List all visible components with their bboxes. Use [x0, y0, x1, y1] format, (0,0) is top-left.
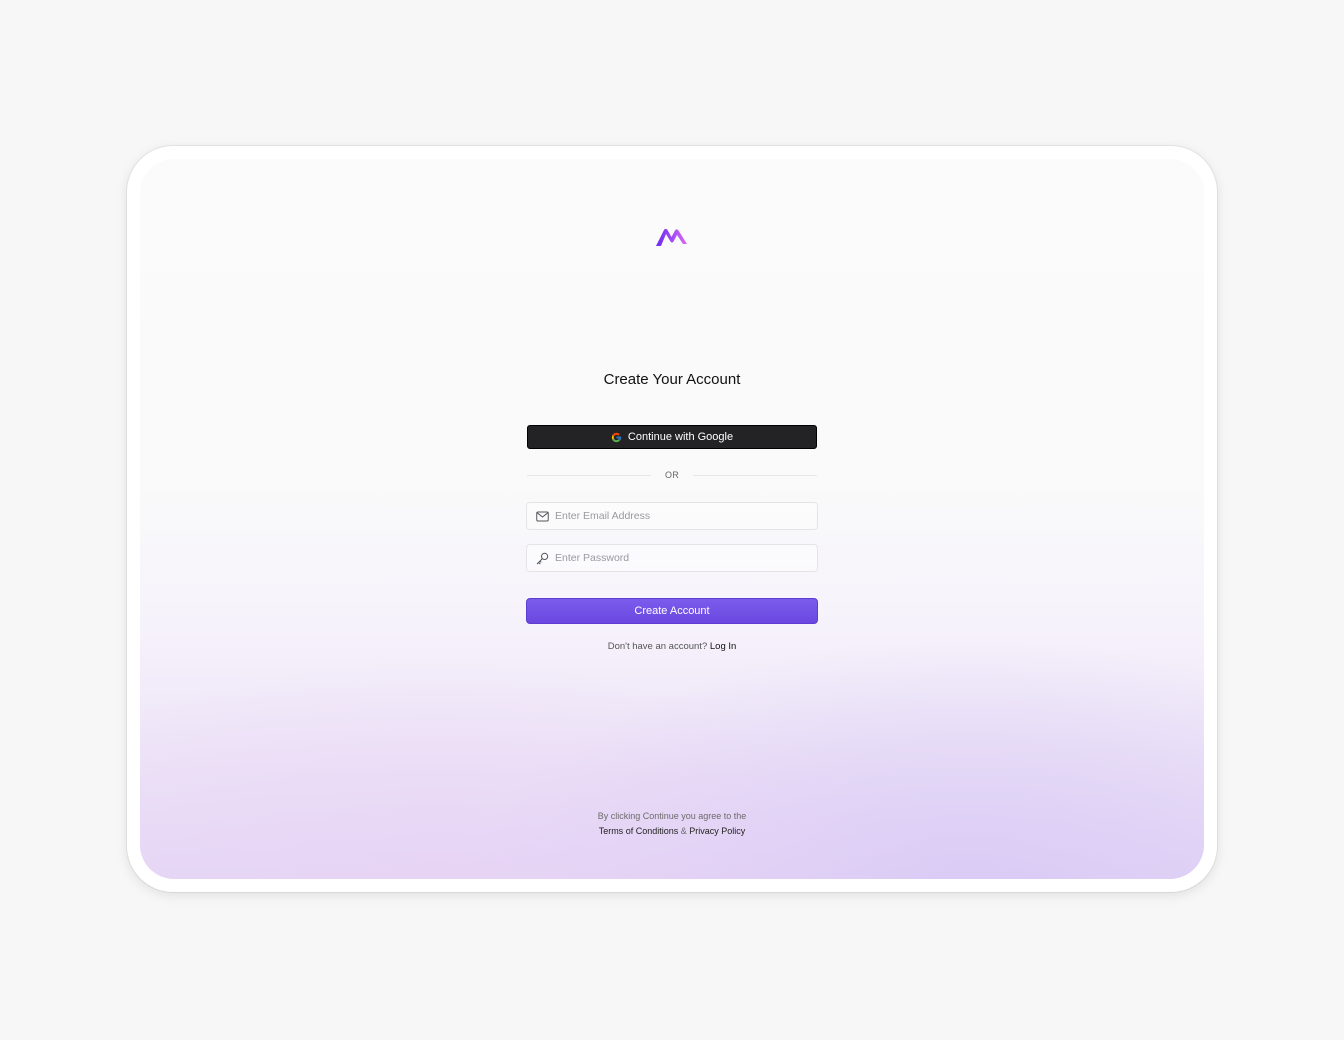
- device-frame: Create Your Account Continue with Google…: [127, 146, 1217, 892]
- email-field[interactable]: [526, 502, 818, 530]
- or-label: OR: [665, 470, 679, 480]
- signup-screen: Create Your Account Continue with Google…: [140, 159, 1204, 879]
- divider-line-left: [527, 474, 652, 476]
- page-title: Create Your Account: [603, 371, 741, 388]
- divider-line-right: [692, 474, 817, 476]
- terms-link[interactable]: Terms of Conditions: [599, 826, 679, 836]
- password-field[interactable]: [526, 544, 818, 572]
- password-input[interactable]: [555, 552, 795, 564]
- privacy-policy-link[interactable]: Privacy Policy: [689, 826, 745, 836]
- google-button-label: Continue with Google: [627, 431, 734, 443]
- create-account-button[interactable]: Create Account: [526, 598, 818, 624]
- email-input[interactable]: [555, 510, 795, 522]
- continue-with-google-button[interactable]: Continue with Google: [527, 425, 817, 449]
- brand-logo-icon: [654, 225, 690, 249]
- key-icon: [536, 552, 549, 565]
- legal-separator: &: [680, 826, 687, 836]
- log-in-link[interactable]: Log In: [710, 641, 736, 652]
- login-prompt: Don't have an account? Log In: [140, 641, 1204, 652]
- google-g-icon: [611, 432, 622, 443]
- or-divider: OR: [527, 467, 817, 483]
- mail-icon: [536, 510, 549, 523]
- login-prompt-text: Don't have an account?: [607, 641, 708, 652]
- legal-text: By clicking Continue you agree to the: [597, 811, 747, 821]
- legal-notice: By clicking Continue you agree to the Te…: [140, 809, 1204, 839]
